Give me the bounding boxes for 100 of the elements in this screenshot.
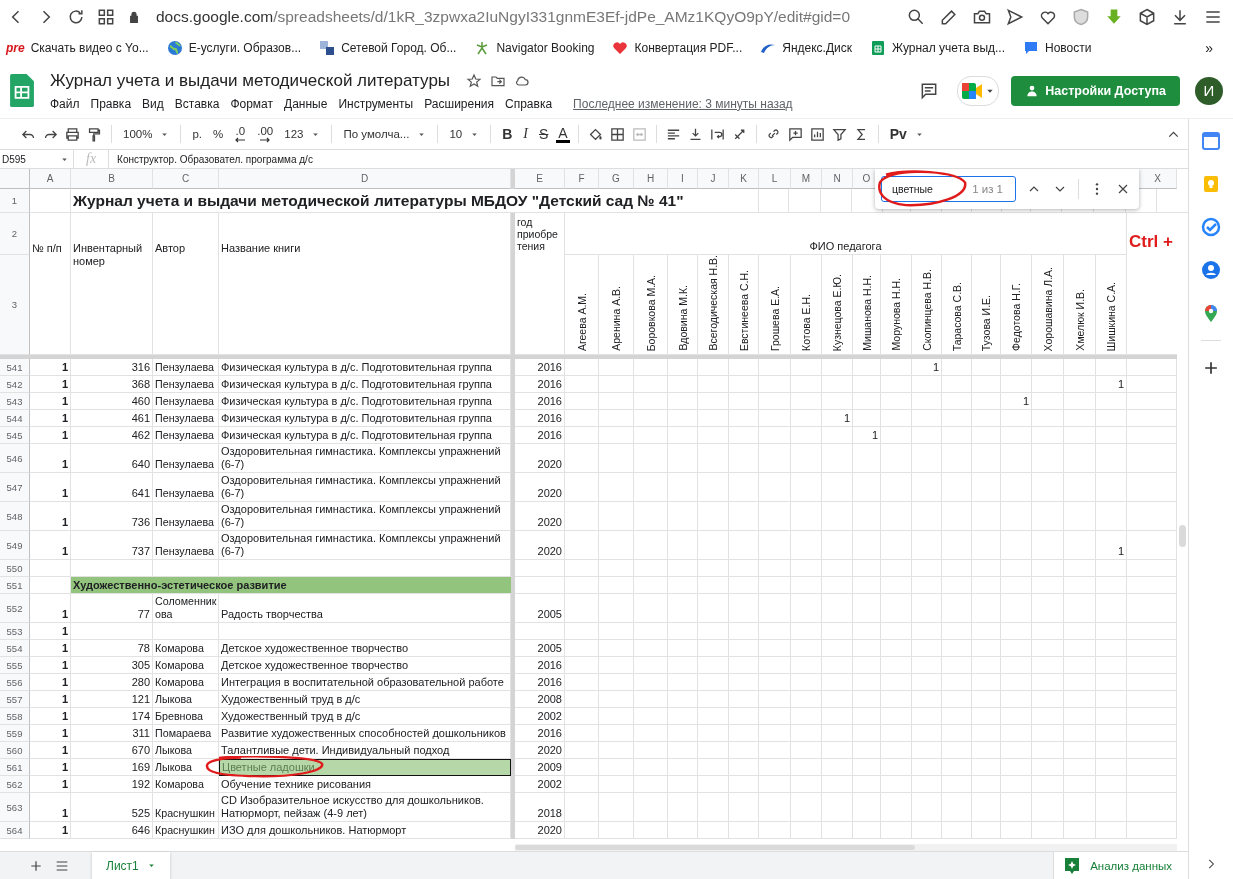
bookmark-link[interactable]: Е-услуги. Образов...	[188, 41, 302, 55]
row-number[interactable]: 543	[0, 393, 30, 410]
dropdown-button[interactable]: 123	[281, 128, 324, 140]
column-header[interactable]: M	[791, 169, 822, 189]
last-edit-link[interactable]: Последнее изменение: 3 минуты назад	[573, 96, 793, 111]
row-number[interactable]: 552	[0, 594, 30, 623]
bookmark-link[interactable]: Журнал учета выд...	[892, 41, 1006, 55]
text-color-button[interactable]: A	[556, 125, 570, 143]
column-header[interactable]: K	[729, 169, 759, 189]
document-title[interactable]: Журнал учета и выдачи методической литературы	[50, 70, 451, 91]
bookmark-link[interactable]: Скачать видео с Yo...	[30, 41, 149, 55]
row-number[interactable]: 557	[0, 691, 30, 708]
sheets-logo[interactable]	[10, 74, 34, 107]
address-field[interactable]: docs.google.com/spreadsheets/d/1kR_3zpwxa2IuNgyI331gnmE3Ef-jdPe_AMz1KQyO9pY/edit#gid=0	[156, 7, 851, 26]
column-header[interactable]: D	[219, 169, 511, 189]
column-header[interactable]: J	[698, 169, 729, 189]
decrease-decimals-button[interactable]: .0	[231, 125, 250, 143]
row-number[interactable]: 542	[0, 376, 30, 393]
column-header[interactable]: F	[565, 169, 599, 189]
find-field[interactable]: цветные 1 из 1	[881, 176, 1017, 202]
dropdown-button[interactable]: 10	[446, 128, 483, 140]
row-number[interactable]: 1	[0, 189, 30, 213]
row-number[interactable]: 546	[0, 444, 30, 473]
explore-button[interactable]: Анализ данных	[1053, 852, 1188, 879]
menu-item[interactable]: Данные	[284, 96, 328, 111]
row-number[interactable]: 561	[0, 759, 30, 776]
bookmark-link[interactable]: Сетевой Город. Об...	[341, 41, 457, 55]
row-number[interactable]: 563	[0, 793, 30, 822]
row-number[interactable]: 549	[0, 531, 30, 560]
column-header[interactable]: L	[759, 169, 791, 189]
add-comment-icon[interactable]	[786, 125, 804, 143]
row-number[interactable]: 556	[0, 674, 30, 691]
borders-icon[interactable]	[608, 125, 626, 143]
strikethrough-button[interactable]: S	[536, 126, 552, 142]
row-number[interactable]: 562	[0, 776, 30, 793]
row-number[interactable]: 547	[0, 473, 30, 502]
column-header[interactable]: B	[71, 169, 153, 189]
column-header[interactable]: N	[822, 169, 853, 189]
table-cell: 311	[71, 725, 153, 742]
increase-decimals-button[interactable]: .00	[254, 125, 277, 143]
format-button[interactable]: %	[210, 128, 227, 140]
menu-item[interactable]: Правка	[90, 96, 132, 111]
meet-button[interactable]	[957, 75, 1000, 106]
row-number[interactable]: 544	[0, 410, 30, 427]
row-number[interactable]: 553	[0, 623, 30, 640]
share-button[interactable]: Настройки Доступа	[1011, 75, 1180, 106]
row-number[interactable]: 554	[0, 640, 30, 657]
send-icon[interactable]	[1005, 6, 1025, 27]
menu-item[interactable]: Справка	[505, 96, 553, 111]
bookmark-link[interactable]: Новости	[1045, 41, 1092, 55]
menu-item[interactable]: Расширения	[424, 96, 494, 111]
contacts-icon[interactable]	[1201, 260, 1221, 280]
row-number[interactable]: 548	[0, 502, 30, 531]
column-header[interactable]: I	[668, 169, 698, 189]
chart-icon[interactable]	[808, 125, 826, 143]
row-number[interactable]: 541	[0, 359, 30, 376]
scrollbar-thumb[interactable]	[515, 845, 915, 850]
dropdown-button[interactable]: По умолча...	[340, 128, 430, 140]
more-bookmarks[interactable]: »	[1205, 40, 1227, 56]
bookmark-link[interactable]: Конвертация PDF...	[634, 41, 743, 55]
italic-button[interactable]: I	[520, 126, 531, 142]
bookmark-link[interactable]: Яндекс.Диск	[782, 41, 852, 55]
scrollbar-thumb[interactable]	[1179, 525, 1186, 547]
column-header[interactable]: C	[153, 169, 219, 189]
formula-field[interactable]: Конструктор. Образовател. программа д/с	[108, 150, 1188, 168]
column-header[interactable]: H	[634, 169, 668, 189]
dropdown-button[interactable]: 100%	[120, 128, 173, 140]
row-number[interactable]: 558	[0, 708, 30, 725]
row-number[interactable]: 559	[0, 725, 30, 742]
column-header[interactable]: G	[599, 169, 634, 189]
bookmark-link[interactable]: Navigator Booking	[496, 41, 595, 55]
row-number[interactable]: 560	[0, 742, 30, 759]
row-number[interactable]: 2	[0, 213, 30, 255]
column-header[interactable]: A	[30, 169, 71, 189]
row-number[interactable]: 550	[0, 560, 30, 577]
menu-item[interactable]: Вставка	[174, 96, 220, 111]
sheet-tab[interactable]: Лист1	[92, 852, 170, 879]
paint-roller-icon[interactable]	[86, 125, 103, 143]
row-number[interactable]: 3	[0, 255, 30, 355]
user-avatar[interactable]: И	[1195, 76, 1223, 105]
row-number[interactable]: 551	[0, 577, 30, 594]
column-header[interactable]: E	[515, 169, 565, 189]
bold-button[interactable]: B	[499, 126, 516, 142]
row-number[interactable]: 564	[0, 822, 30, 839]
menu-item[interactable]: Файл	[50, 96, 80, 111]
tasks-icon[interactable]	[1201, 217, 1221, 237]
calendar-icon[interactable]	[1201, 131, 1221, 151]
column-header[interactable]: X	[1139, 169, 1177, 189]
corner-cell[interactable]	[0, 169, 30, 189]
star-icon[interactable]	[466, 72, 483, 89]
print-icon[interactable]	[64, 125, 81, 143]
row-number[interactable]: 555	[0, 657, 30, 674]
format-button[interactable]: р.	[189, 128, 205, 140]
cube-icon[interactable]	[1137, 6, 1157, 27]
menu-item[interactable]: Инструменты	[338, 96, 414, 111]
addon-button[interactable]: Pv	[886, 126, 927, 142]
menu-item[interactable]: Вид	[142, 96, 164, 111]
name-box[interactable]: D595	[0, 150, 74, 168]
menu-item[interactable]: Формат	[230, 96, 274, 111]
row-number[interactable]: 545	[0, 427, 30, 444]
